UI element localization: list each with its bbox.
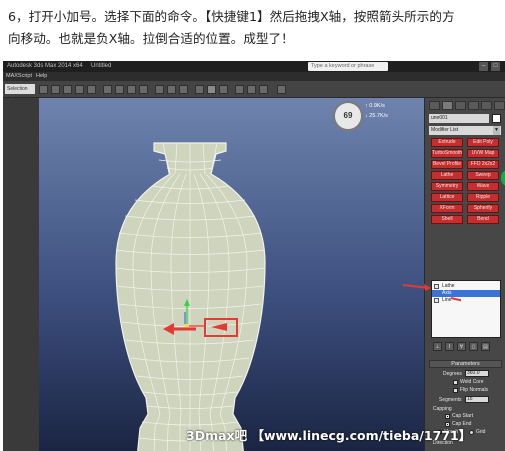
minimize-button[interactable]: –: [479, 62, 488, 71]
modifier-button-shell[interactable]: Shell: [431, 215, 463, 224]
snap-icon[interactable]: [115, 85, 124, 94]
chevron-down-icon: ▼: [493, 126, 500, 135]
make-unique-icon[interactable]: ∀: [457, 342, 466, 351]
select-region-icon[interactable]: [51, 85, 60, 94]
viewport-scene: [115, 142, 266, 451]
caption-line-2: 向移动。也就是负X轴。拉倒合适的位置。成型了！: [8, 31, 294, 46]
search-input[interactable]: Type a keyword or phrase: [308, 62, 388, 71]
percent-snap-icon[interactable]: [139, 85, 148, 94]
modifier-button-sweep[interactable]: Sweep: [467, 171, 499, 180]
object-name-field[interactable]: une001: [429, 114, 489, 123]
modifier-button-lathe[interactable]: Lathe: [431, 171, 463, 180]
render-setup-icon[interactable]: [235, 85, 244, 94]
maximize-button[interactable]: □: [491, 62, 500, 71]
net-upload: ↑ 0.9K/s: [365, 103, 385, 109]
selection-set-dropdown[interactable]: Selection Se: [5, 84, 35, 102]
modify-tab-icon[interactable]: [442, 101, 453, 110]
modifier-button-ripple[interactable]: Ripple: [467, 193, 499, 202]
modifier-button-bevel-profile[interactable]: Bevel Profile: [431, 160, 463, 169]
app-title: Autodesk 3ds Max 2014 x64: [7, 63, 83, 69]
modifier-button-wave[interactable]: Wave: [467, 182, 499, 191]
sogou-icon[interactable]: [277, 85, 286, 94]
max-window: Autodesk 3ds Max 2014 x64 Untitled Type …: [3, 61, 505, 451]
watermark-text: 3Dmax吧 【www.linecg.com/tieba/1771】: [186, 428, 472, 443]
pivot-icon[interactable]: [103, 85, 112, 94]
curve-editor-icon[interactable]: [195, 85, 204, 94]
cap-start-label: Cap Start: [452, 413, 474, 419]
main-toolbar: Selection Se: [3, 81, 505, 102]
document-title: Untitled: [91, 63, 112, 69]
align-icon[interactable]: [167, 85, 176, 94]
modifier-button-uvw-map[interactable]: UVW Map: [467, 149, 499, 158]
mirror-icon[interactable]: [155, 85, 164, 94]
motion-tab-icon[interactable]: [468, 101, 479, 110]
stack-tools: ⊥ I ∀ ▯ ▤: [431, 342, 501, 352]
remove-modifier-icon[interactable]: ▯: [469, 342, 478, 351]
weld-core-checkbox[interactable]: [453, 380, 458, 385]
modifier-button-xform[interactable]: XForm: [431, 204, 463, 213]
modifier-button-turbosmooth[interactable]: TurboSmooth: [431, 149, 463, 158]
show-end-result-icon[interactable]: I: [445, 342, 454, 351]
modifier-button-symmetry[interactable]: Symmetry: [431, 182, 463, 191]
utilities-tab-icon[interactable]: [494, 101, 505, 110]
modifier-button-ffd-2x2x2[interactable]: FFD 2x2x2: [467, 160, 499, 169]
parameters-rollout-header[interactable]: Parameters: [429, 360, 502, 368]
scale-icon[interactable]: [87, 85, 96, 94]
render-icon[interactable]: [259, 85, 268, 94]
degrees-label: Degrees: [443, 371, 462, 377]
select-icon[interactable]: [39, 85, 48, 94]
segments-field[interactable]: 16: [465, 396, 489, 403]
flip-normals-checkbox[interactable]: [453, 388, 458, 393]
stack-arrows: [402, 284, 461, 302]
fps-badge: 69: [333, 101, 363, 131]
angle-snap-icon[interactable]: [127, 85, 136, 94]
title-bar: Autodesk 3ds Max 2014 x64 Untitled Type …: [3, 61, 505, 72]
menu-maxscript[interactable]: MAXScript: [6, 72, 32, 81]
modifier-button-bend[interactable]: Bend: [467, 215, 499, 224]
hierarchy-tab-icon[interactable]: [455, 101, 466, 110]
schematic-icon[interactable]: [207, 85, 216, 94]
degrees-field[interactable]: 360.0: [465, 370, 489, 377]
command-panel: une001 Modifier List ▼ Extrude Edit Poly Tu…: [402, 98, 505, 451]
capping-label: Capping: [433, 406, 452, 412]
menu-bar: MAXScript Help: [3, 72, 505, 81]
weld-core-label: Weld Core: [460, 379, 484, 385]
net-download: ↓ 25.7K/s: [365, 113, 388, 119]
caption-line-1: 6，打开小加号。选择下面的命令。【快捷键1】然后拖拽X轴，按照箭头所示的方: [8, 9, 455, 24]
instruction-caption: 6，打开小加号。选择下面的命令。【快捷键1】然后拖拽X轴，按照箭头所示的方 向移…: [8, 6, 500, 50]
object-color-swatch[interactable]: [492, 114, 501, 123]
move-icon[interactable]: [63, 85, 72, 94]
create-tab-icon[interactable]: [429, 101, 440, 110]
modifier-button-edit-poly[interactable]: Edit Poly: [467, 138, 499, 147]
render-frame-icon[interactable]: [247, 85, 256, 94]
pin-stack-icon[interactable]: ⊥: [433, 342, 442, 351]
modifier-button-lattice[interactable]: Lattice: [431, 193, 463, 202]
flip-normals-label: Flip Normals: [460, 387, 489, 393]
menu-help[interactable]: Help: [36, 72, 47, 81]
segments-label: Segments: [439, 397, 462, 403]
modifier-button-spherify[interactable]: Spherify: [467, 204, 499, 213]
modifier-button-extrude[interactable]: Extrude: [431, 138, 463, 147]
rotate-icon[interactable]: [75, 85, 84, 94]
display-tab-icon[interactable]: [481, 101, 492, 110]
cap-start-checkbox[interactable]: [445, 414, 450, 419]
perspective-viewport[interactable]: [39, 98, 424, 451]
layer-icon[interactable]: [179, 85, 188, 94]
configure-sets-icon[interactable]: ▤: [481, 342, 490, 351]
left-tool-strip: [3, 98, 39, 451]
material-editor-icon[interactable]: [219, 85, 228, 94]
modifier-list-dropdown[interactable]: Modifier List ▼: [429, 126, 501, 135]
